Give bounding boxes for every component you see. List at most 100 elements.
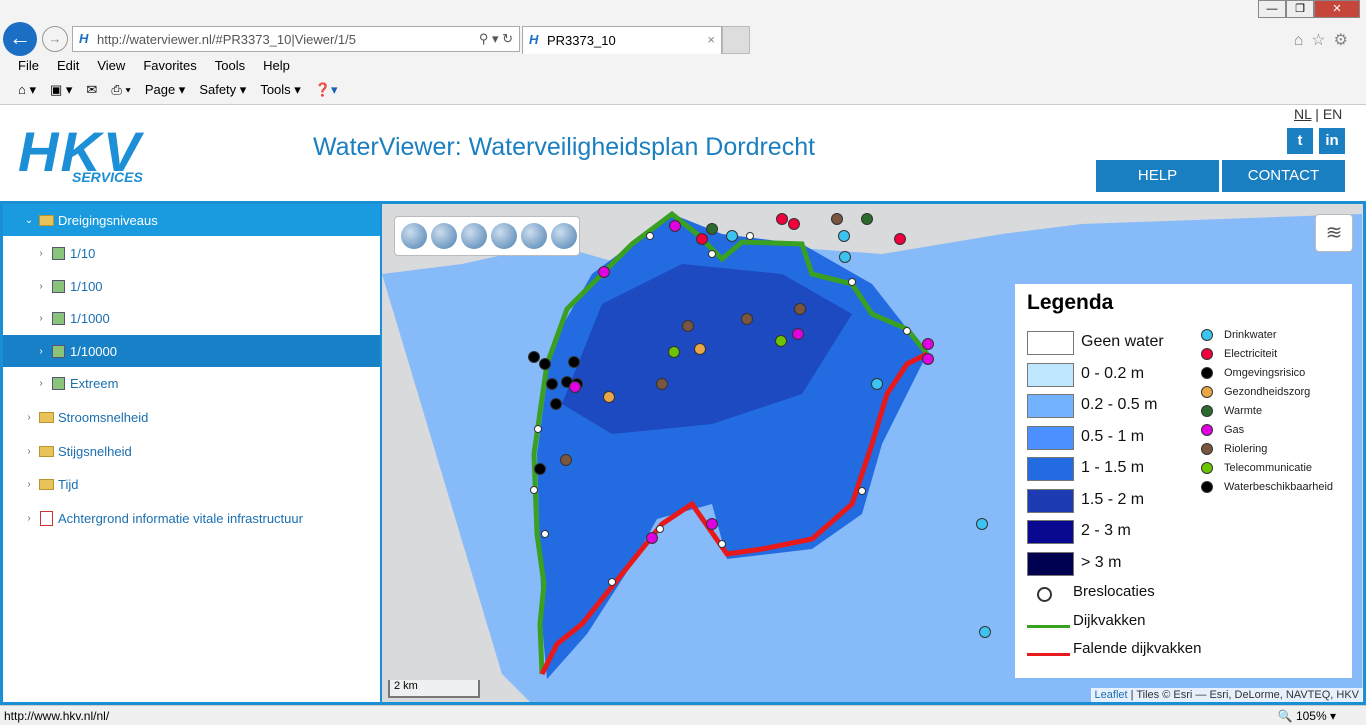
- infrastructure-point[interactable]: [706, 518, 718, 530]
- identify-icon[interactable]: [521, 223, 547, 249]
- chevron-right-icon[interactable]: ›: [35, 313, 47, 324]
- breach-location[interactable]: [708, 250, 716, 258]
- infrastructure-point[interactable]: [694, 343, 706, 355]
- infrastructure-point[interactable]: [775, 335, 787, 347]
- infrastructure-point[interactable]: [682, 320, 694, 332]
- menu-view[interactable]: View: [97, 58, 125, 73]
- tree-item[interactable]: › Stroomsnelheid: [3, 401, 380, 433]
- infrastructure-point[interactable]: [598, 266, 610, 278]
- infrastructure-point[interactable]: [792, 328, 804, 340]
- forward-button[interactable]: →: [42, 26, 68, 52]
- infrastructure-point[interactable]: [706, 223, 718, 235]
- breach-location[interactable]: [848, 278, 856, 286]
- print-icon[interactable]: ⎙ ▾: [111, 82, 130, 98]
- tree-item[interactable]: › Stijgsnelheid: [3, 435, 380, 467]
- breach-location[interactable]: [530, 486, 538, 494]
- infrastructure-point[interactable]: [603, 391, 615, 403]
- infrastructure-point[interactable]: [534, 463, 546, 475]
- breach-location[interactable]: [858, 487, 866, 495]
- infrastructure-point[interactable]: [871, 378, 883, 390]
- chevron-right-icon[interactable]: ›: [23, 412, 35, 423]
- help-button[interactable]: HELP: [1096, 160, 1219, 192]
- pin-icon[interactable]: [491, 223, 517, 249]
- infrastructure-point[interactable]: [838, 230, 850, 242]
- infrastructure-point[interactable]: [646, 532, 658, 544]
- breach-location[interactable]: [656, 525, 664, 533]
- tree-item[interactable]: › 1/1000: [3, 302, 380, 334]
- infrastructure-point[interactable]: [668, 346, 680, 358]
- zoom-out-icon[interactable]: [431, 223, 457, 249]
- menu-file[interactable]: File: [18, 58, 39, 73]
- infrastructure-point[interactable]: [788, 218, 800, 230]
- page-menu[interactable]: Page ▾: [145, 82, 186, 98]
- lang-en[interactable]: EN: [1323, 106, 1342, 122]
- linkedin-icon[interactable]: in: [1319, 128, 1345, 154]
- tree-item[interactable]: › Tijd: [3, 468, 380, 500]
- back-button[interactable]: ←: [3, 22, 37, 56]
- breach-location[interactable]: [718, 540, 726, 548]
- chevron-right-icon[interactable]: ›: [35, 248, 47, 259]
- infrastructure-point[interactable]: [568, 356, 580, 368]
- home-star-gear-icons[interactable]: ⌂☆⚙: [1294, 30, 1356, 50]
- browser-tab[interactable]: H PR3373_10 ×: [522, 26, 722, 54]
- breach-location[interactable]: [646, 232, 654, 240]
- zoom-in-icon[interactable]: [401, 223, 427, 249]
- tree-item[interactable]: ⌄ Dreigingsniveaus: [3, 204, 380, 236]
- minimize-button[interactable]: —: [1258, 0, 1286, 18]
- lang-nl[interactable]: NL: [1294, 106, 1311, 122]
- globe-icon[interactable]: [461, 223, 487, 249]
- document-icon[interactable]: [551, 223, 577, 249]
- layers-icon[interactable]: ≋: [1315, 214, 1353, 252]
- chevron-right-icon[interactable]: ›: [35, 378, 47, 389]
- tools-menu[interactable]: Tools ▾: [260, 82, 301, 98]
- maximize-button[interactable]: ❐: [1286, 0, 1314, 18]
- infrastructure-point[interactable]: [794, 303, 806, 315]
- menu-tools[interactable]: Tools: [215, 58, 245, 73]
- feeds-icon[interactable]: ▣ ▾: [50, 82, 72, 98]
- mail-icon[interactable]: ✉: [86, 82, 97, 98]
- address-bar[interactable]: Hhttp://waterviewer.nl/#PR3373_10|Viewer…: [72, 26, 520, 52]
- map-viewer[interactable]: ≋ Legenda Geen water 0 - 0.2 m 0.2 - 0.5 m…: [382, 201, 1366, 705]
- safety-menu[interactable]: Safety ▾: [199, 82, 246, 98]
- chevron-right-icon[interactable]: ›: [23, 513, 35, 524]
- zoom-level[interactable]: 🔍 105% ▾: [1278, 709, 1336, 723]
- chevron-right-icon[interactable]: ›: [23, 446, 35, 457]
- chevron-down-icon[interactable]: ⌄: [23, 215, 35, 226]
- infrastructure-point[interactable]: [569, 381, 581, 393]
- infrastructure-point[interactable]: [550, 398, 562, 410]
- new-tab-button[interactable]: [722, 26, 750, 54]
- close-tab-icon[interactable]: ×: [707, 32, 715, 47]
- home-icon[interactable]: ⌂ ▾: [18, 82, 36, 98]
- breach-location[interactable]: [608, 578, 616, 586]
- twitter-icon[interactable]: t: [1287, 128, 1313, 154]
- infrastructure-point[interactable]: [560, 454, 572, 466]
- infrastructure-point[interactable]: [528, 351, 540, 363]
- breach-location[interactable]: [903, 327, 911, 335]
- infrastructure-point[interactable]: [539, 358, 551, 370]
- infrastructure-point[interactable]: [546, 378, 558, 390]
- menu-edit[interactable]: Edit: [57, 58, 79, 73]
- infrastructure-point[interactable]: [669, 220, 681, 232]
- breach-location[interactable]: [746, 232, 754, 240]
- tree-item[interactable]: › 1/10000: [3, 335, 380, 367]
- infrastructure-point[interactable]: [831, 213, 843, 225]
- help-icon[interactable]: ❓▾: [315, 82, 338, 98]
- infrastructure-point[interactable]: [976, 518, 988, 530]
- tree-item[interactable]: › 1/100: [3, 270, 380, 302]
- infrastructure-point[interactable]: [922, 338, 934, 350]
- infrastructure-point[interactable]: [696, 233, 708, 245]
- tree-item[interactable]: › Achtergrond informatie vitale infrastru…: [3, 502, 380, 534]
- chevron-right-icon[interactable]: ›: [35, 281, 47, 292]
- chevron-right-icon[interactable]: ›: [35, 346, 47, 357]
- breach-location[interactable]: [534, 425, 542, 433]
- search-refresh-icon[interactable]: ⚲ ▾ ↻: [479, 31, 513, 47]
- chevron-right-icon[interactable]: ›: [23, 479, 35, 490]
- tree-item[interactable]: › Extreem: [3, 367, 380, 399]
- infrastructure-point[interactable]: [839, 251, 851, 263]
- infrastructure-point[interactable]: [894, 233, 906, 245]
- infrastructure-point[interactable]: [776, 213, 788, 225]
- infrastructure-point[interactable]: [979, 626, 991, 638]
- infrastructure-point[interactable]: [656, 378, 668, 390]
- infrastructure-point[interactable]: [861, 213, 873, 225]
- leaflet-link[interactable]: Leaflet: [1095, 689, 1128, 701]
